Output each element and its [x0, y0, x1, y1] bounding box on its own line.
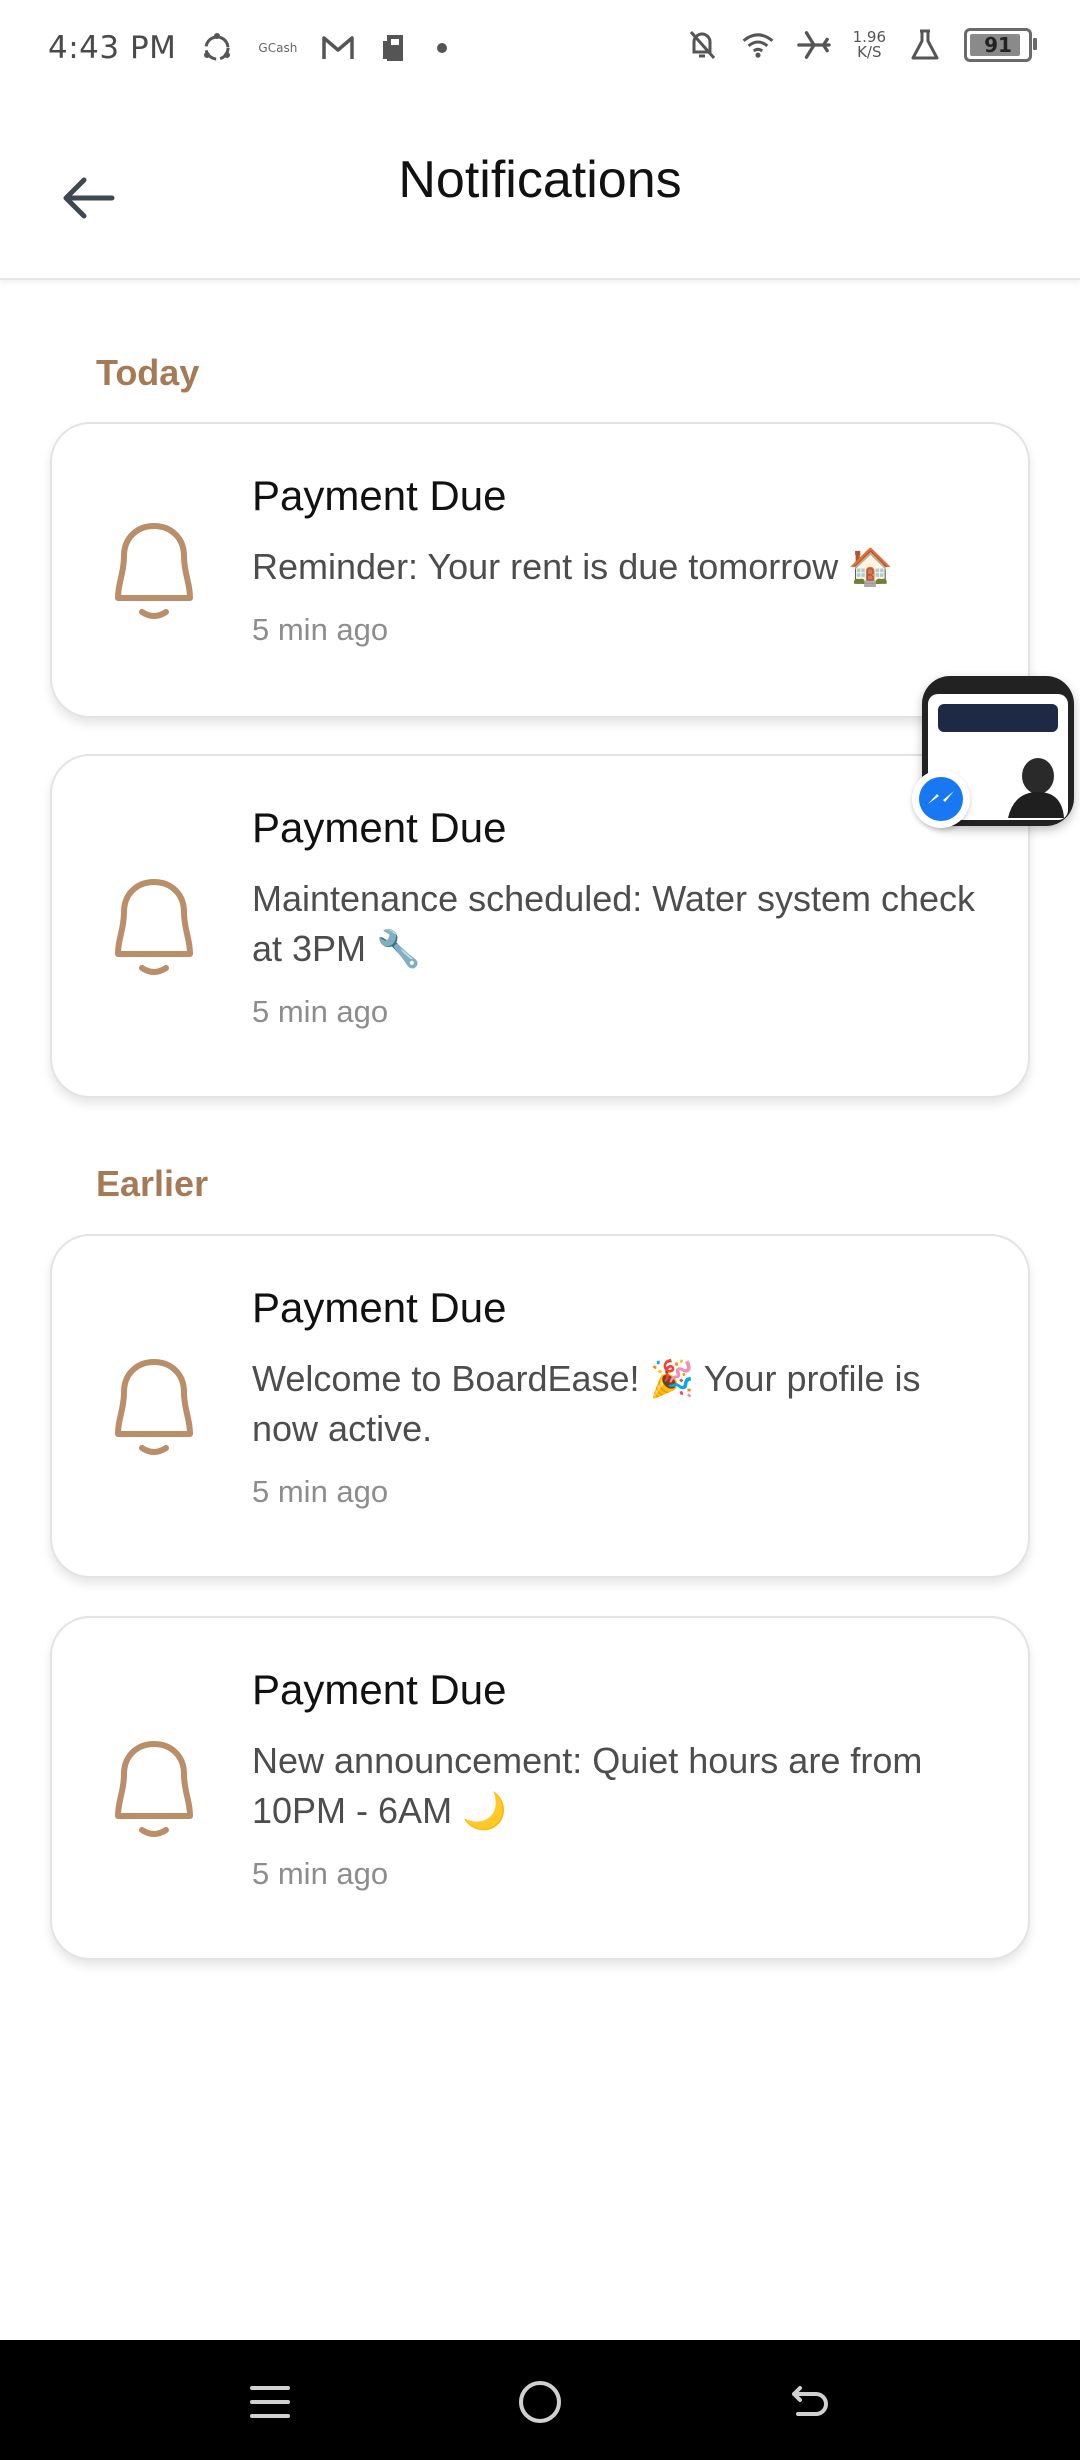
- status-left: 4:43 PM GCash: [48, 30, 448, 66]
- bell-icon: [115, 879, 193, 975]
- network-speed: 1.96 K/S: [853, 30, 886, 60]
- section-earlier-label: Earlier: [96, 1163, 209, 1204]
- notification-time: 5 min ago: [252, 612, 389, 647]
- notification-message: Maintenance scheduled: Water system chec…: [252, 878, 976, 969]
- notification-time: 5 min ago: [252, 1474, 389, 1509]
- status-time: 4:43 PM: [48, 30, 177, 66]
- status-bar: 4:43 PM GCash 1.96 K/S 91: [0, 0, 1080, 110]
- notification-message: New announcement: Quiet hours are from 1…: [252, 1740, 923, 1831]
- sync-icon: [200, 31, 234, 65]
- notification-card[interactable]: Payment Due Welcome to BoardEase! 🎉 Your…: [50, 1234, 1030, 1578]
- bell-icon: [115, 1741, 193, 1837]
- notification-card[interactable]: Payment Due Reminder: Your rent is due t…: [50, 422, 1030, 718]
- airplane-icon: [796, 28, 831, 62]
- notification-card[interactable]: Payment Due New announcement: Quiet hour…: [50, 1616, 1030, 1960]
- system-nav-bar: [0, 2340, 1080, 2460]
- bell-icon: [115, 1359, 193, 1455]
- notification-content: Payment Due Maintenance scheduled: Water…: [252, 804, 988, 1030]
- notification-content: Payment Due Reminder: Your rent is due t…: [252, 472, 988, 648]
- status-right: 1.96 K/S 91: [685, 28, 1037, 62]
- notification-content: Payment Due Welcome to BoardEase! 🎉 Your…: [252, 1284, 988, 1510]
- app-bar: Notifications: [0, 110, 1080, 280]
- notification-title: Payment Due: [252, 472, 507, 519]
- battery-level: 91: [984, 33, 1012, 57]
- back-nav-button[interactable]: [778, 2370, 842, 2434]
- notification-card[interactable]: Payment Due Maintenance scheduled: Water…: [50, 754, 1030, 1098]
- dot-icon: [437, 43, 448, 53]
- bell-off-icon: [685, 28, 719, 62]
- messenger-icon[interactable]: [912, 770, 970, 828]
- section-today-label: Today: [96, 352, 200, 393]
- gmail-icon: [321, 31, 355, 65]
- sim-icon: [379, 31, 413, 65]
- notification-time: 5 min ago: [252, 994, 389, 1029]
- notification-title: Payment Due: [252, 804, 507, 851]
- flask-icon: [908, 28, 942, 62]
- battery-icon: 91: [964, 28, 1037, 62]
- notification-title: Payment Due: [252, 1284, 507, 1331]
- notification-message: Reminder: Your rent is due tomorrow 🏠: [252, 546, 894, 587]
- notification-content: Payment Due New announcement: Quiet hour…: [252, 1666, 988, 1892]
- notification-time: 5 min ago: [252, 1856, 389, 1891]
- menu-button[interactable]: [238, 2370, 302, 2434]
- bell-icon: [115, 523, 193, 619]
- notification-title: Payment Due: [252, 1666, 507, 1713]
- chat-head-dark-band: [938, 704, 1058, 732]
- home-button[interactable]: [508, 2370, 572, 2434]
- wifi-icon: [741, 28, 775, 62]
- net-speed-unit: K/S: [857, 43, 882, 61]
- home-circle-icon: [519, 2381, 561, 2423]
- notification-message: Welcome to BoardEase! 🎉 Your profile is …: [252, 1358, 921, 1449]
- page-title: Notifications: [398, 151, 682, 209]
- avatar: [1008, 758, 1064, 818]
- gcash-icon: GCash: [258, 41, 298, 55]
- back-icon: [792, 2386, 828, 2416]
- menu-icon: [250, 2386, 290, 2418]
